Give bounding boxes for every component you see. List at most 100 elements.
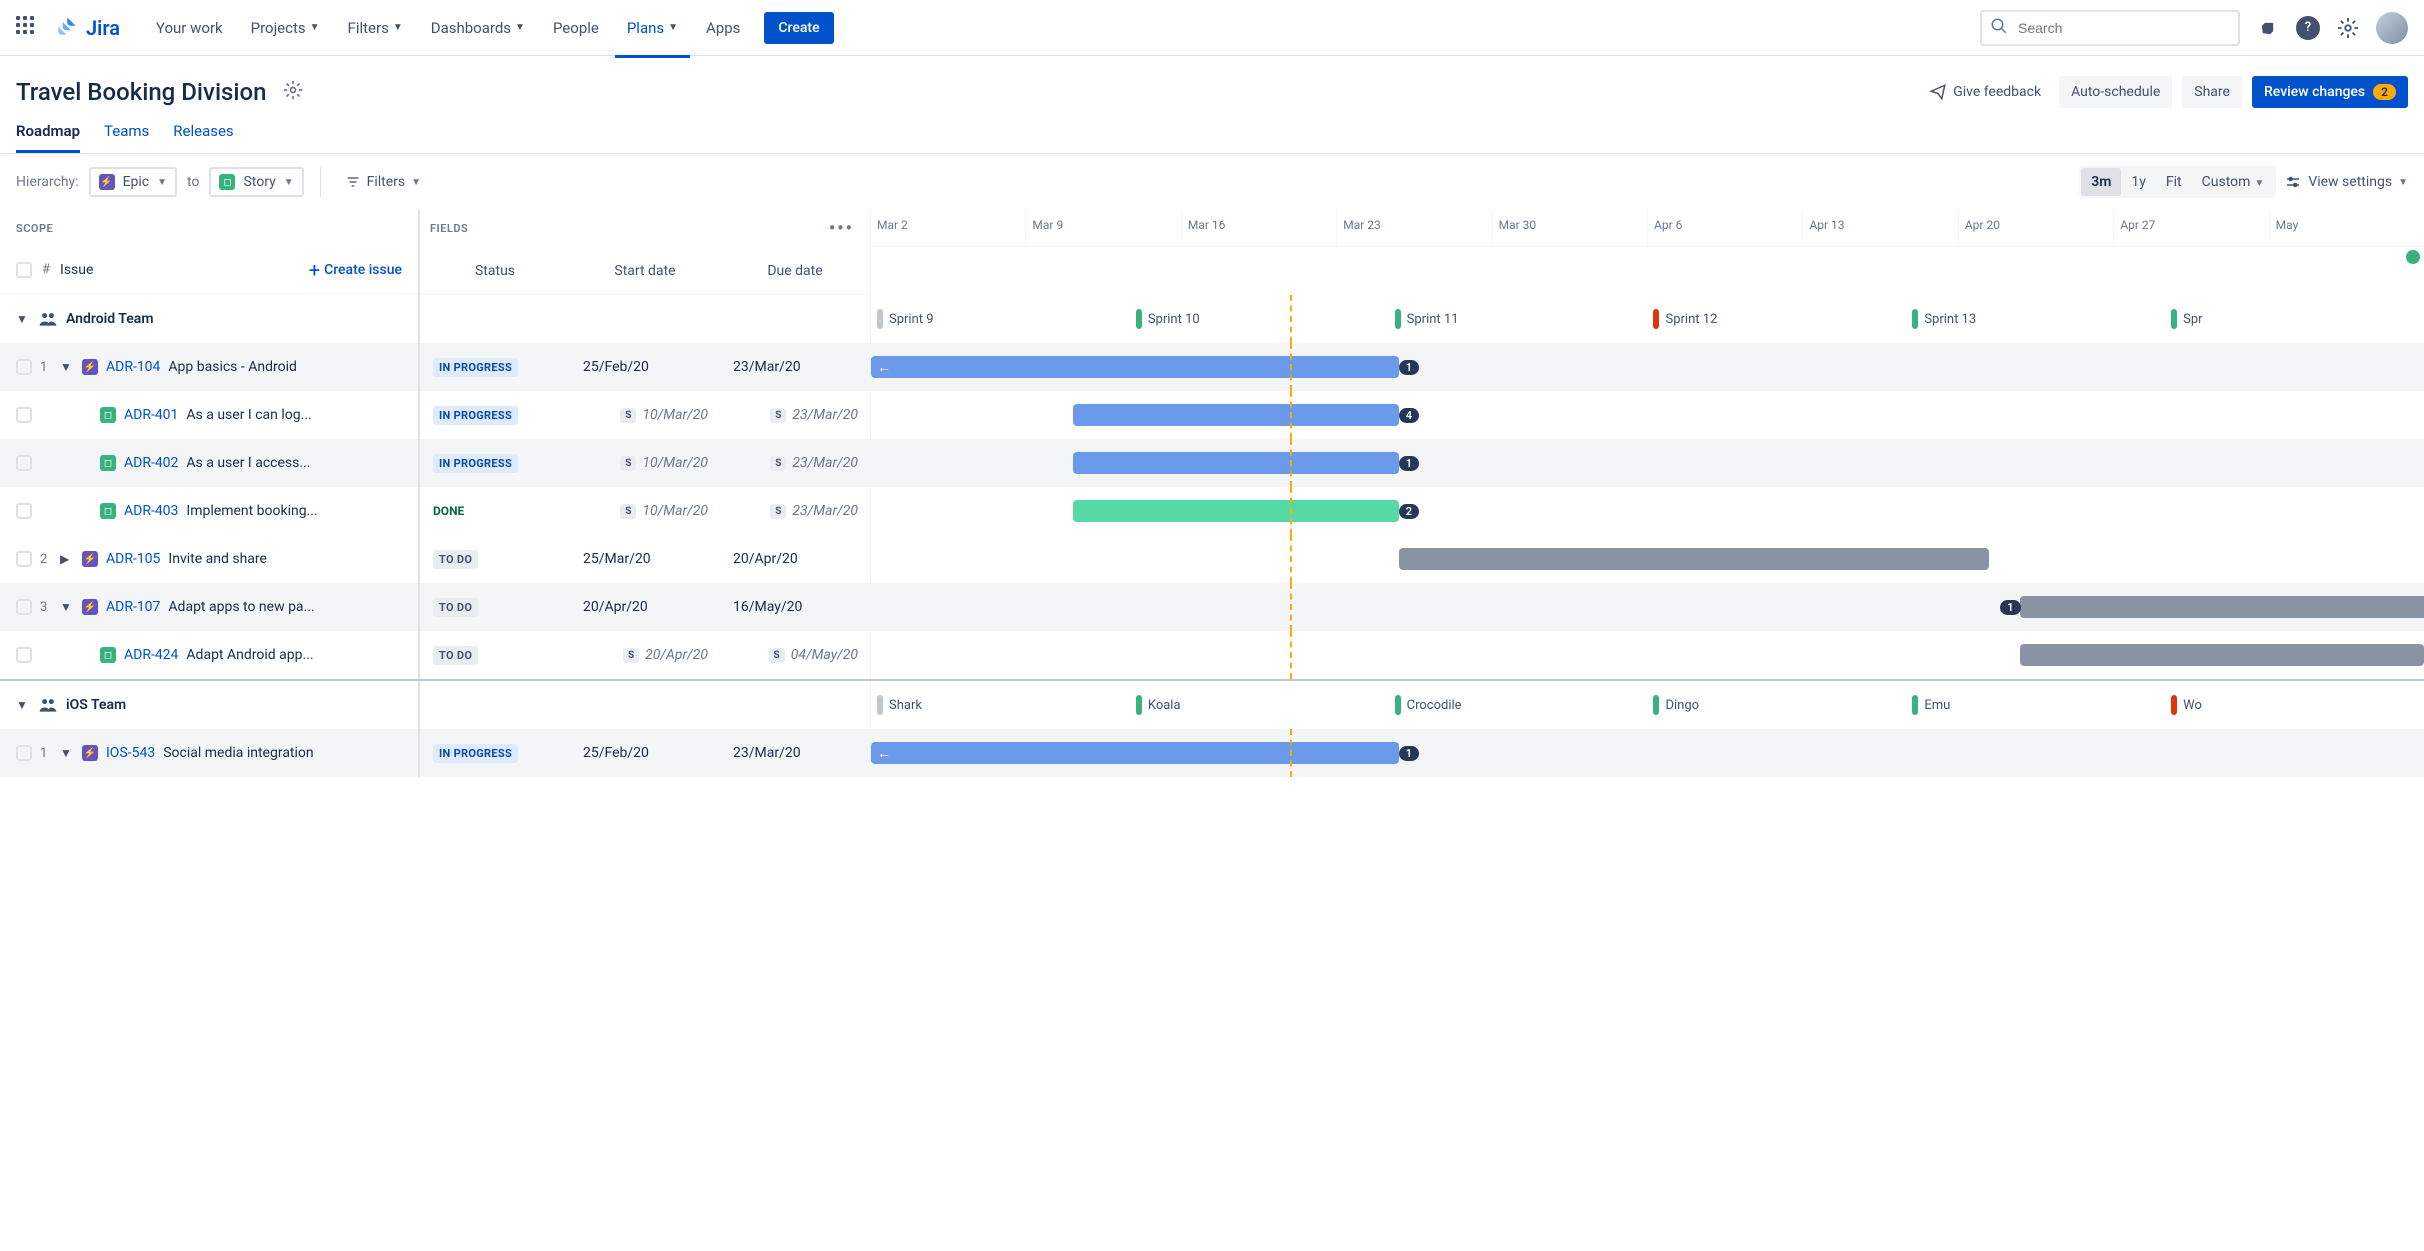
issue-row[interactable]: 2▶⚡ADR-105Invite and share [0, 535, 418, 583]
issue-row[interactable]: ◻ADR-401As a user I can log... [0, 391, 418, 439]
timeline-cell[interactable]: 1 [870, 583, 2424, 631]
expand-issue-icon[interactable]: ▼ [60, 746, 74, 760]
sprint-chip[interactable]: Wo [2165, 695, 2424, 715]
date-cell[interactable]: 23/Mar/20 [720, 729, 870, 777]
date-cell[interactable]: 25/Mar/20 [570, 535, 720, 583]
issue-key-link[interactable]: ADR-424 [124, 647, 178, 663]
expand-issue-icon[interactable]: ▼ [60, 600, 74, 614]
filters-button[interactable]: Filters ▼ [337, 168, 429, 196]
row-checkbox[interactable] [16, 745, 32, 761]
row-checkbox[interactable] [16, 503, 32, 519]
timeline-cell[interactable]: ←1 [870, 729, 2424, 777]
zoom-3m[interactable]: 3m [2081, 168, 2121, 196]
issue-key-link[interactable]: ADR-403 [124, 503, 178, 519]
tab-releases[interactable]: Releases [173, 122, 233, 153]
dependency-count-badge[interactable]: 1 [1399, 456, 1419, 471]
dependency-count-badge[interactable]: 4 [1399, 408, 1419, 423]
give-feedback-button[interactable]: Give feedback [1921, 77, 2049, 107]
date-cell[interactable]: 20/Apr/20 [570, 583, 720, 631]
nav-item-filters[interactable]: Filters▼ [336, 11, 415, 45]
nav-item-apps[interactable]: Apps [694, 11, 752, 45]
issue-row[interactable]: 3▼⚡ADR-107Adapt apps to new pa... [0, 583, 418, 631]
date-cell[interactable]: 23/Mar/20 [720, 343, 870, 391]
sprint-chip[interactable]: Emu [1906, 695, 2165, 715]
view-settings-button[interactable]: View settings ▼ [2284, 173, 2408, 191]
gantt-bar[interactable]: ←1 [871, 742, 1399, 764]
sprint-chip[interactable]: Crocodile [1389, 695, 1648, 715]
issue-key-link[interactable]: ADR-105 [106, 551, 160, 567]
select-all-checkbox[interactable] [16, 262, 32, 278]
dependency-count-badge[interactable]: 1 [1399, 746, 1419, 761]
app-switcher-icon[interactable] [16, 16, 40, 40]
date-cell[interactable]: S23/Mar/20 [720, 391, 870, 439]
hierarchy-to-dropdown[interactable]: ◻ Story ▼ [209, 167, 303, 197]
expand-issue-icon[interactable]: ▶ [60, 552, 74, 566]
nav-item-plans[interactable]: Plans▼ [615, 11, 690, 45]
zoom-1y[interactable]: 1y [2121, 168, 2156, 196]
issue-row[interactable]: ◻ADR-403Implement booking... [0, 487, 418, 535]
row-checkbox[interactable] [16, 599, 32, 615]
issue-row[interactable]: 1▼⚡ADR-104App basics - Android [0, 343, 418, 391]
sprint-chip[interactable]: Sprint 11 [1389, 309, 1648, 329]
date-cell[interactable]: 16/May/20 [720, 583, 870, 631]
nav-item-projects[interactable]: Projects▼ [239, 11, 332, 45]
sprint-chip[interactable]: Sprint 10 [1130, 309, 1389, 329]
create-issue-button[interactable]: + Create issue [309, 258, 402, 282]
expand-issue-icon[interactable]: ▼ [60, 360, 74, 374]
gantt-bar[interactable]: 2 [1073, 500, 1399, 522]
expand-team-icon[interactable]: ▼ [16, 698, 30, 712]
date-cell[interactable]: 20/Apr/20 [720, 535, 870, 583]
sprint-chip[interactable]: Dingo [1647, 695, 1906, 715]
status-cell[interactable]: TO DO [420, 583, 570, 631]
gantt-bar[interactable] [1399, 548, 1989, 570]
auto-schedule-button[interactable]: Auto-schedule [2059, 76, 2172, 108]
zoom-custom[interactable]: Custom▼ [2192, 168, 2275, 196]
dependency-count-badge[interactable]: 2 [1399, 504, 1419, 519]
status-cell[interactable]: IN PROGRESS [420, 439, 570, 487]
tab-roadmap[interactable]: Roadmap [16, 122, 80, 153]
nav-item-dashboards[interactable]: Dashboards▼ [419, 11, 537, 45]
issue-key-link[interactable]: ADR-107 [106, 599, 160, 615]
issue-row[interactable]: 1▼⚡IOS-543Social media integration [0, 729, 418, 777]
issue-key-link[interactable]: IOS-543 [106, 745, 155, 761]
issue-row[interactable]: ◻ADR-402As a user I access... [0, 439, 418, 487]
date-cell[interactable]: 25/Feb/20 [570, 343, 720, 391]
date-cell[interactable]: 25/Feb/20 [570, 729, 720, 777]
issue-key-link[interactable]: ADR-401 [124, 407, 178, 423]
date-cell[interactable]: S20/Apr/20 [570, 631, 720, 679]
sprint-chip[interactable]: Sprint 9 [871, 309, 1130, 329]
help-icon[interactable]: ? [2296, 16, 2320, 40]
dependency-count-badge[interactable]: 1 [1399, 360, 1419, 375]
team-row[interactable]: ▼iOS Team [0, 681, 418, 729]
nav-item-people[interactable]: People [541, 11, 611, 45]
date-cell[interactable]: S04/May/20 [720, 631, 870, 679]
review-changes-button[interactable]: Review changes 2 [2252, 76, 2408, 108]
date-cell[interactable]: S23/Mar/20 [720, 487, 870, 535]
timeline-cell[interactable]: 1 [870, 439, 2424, 487]
issue-row[interactable]: ◻ADR-424Adapt Android app... [0, 631, 418, 679]
row-checkbox[interactable] [16, 455, 32, 471]
sprint-chip[interactable]: Koala [1130, 695, 1389, 715]
sprint-chip[interactable]: Spr [2165, 309, 2424, 329]
zoom-fit[interactable]: Fit [2156, 168, 2192, 196]
expand-team-icon[interactable]: ▼ [16, 312, 30, 326]
create-button[interactable]: Create [764, 12, 833, 44]
status-cell[interactable]: TO DO [420, 631, 570, 679]
row-checkbox[interactable] [16, 359, 32, 375]
row-checkbox[interactable] [16, 551, 32, 567]
status-cell[interactable]: IN PROGRESS [420, 343, 570, 391]
gantt-bar[interactable]: ←1 [871, 356, 1399, 378]
gantt-bar[interactable]: 4 [1073, 404, 1399, 426]
jira-logo[interactable]: Jira [56, 16, 120, 40]
gantt-bar[interactable]: 1 [2020, 596, 2424, 618]
date-cell[interactable]: S10/Mar/20 [570, 439, 720, 487]
row-checkbox[interactable] [16, 647, 32, 663]
status-cell[interactable]: IN PROGRESS [420, 729, 570, 777]
sprint-chip[interactable]: Sprint 12 [1647, 309, 1906, 329]
timeline-cell[interactable]: ←1 [870, 343, 2424, 391]
gantt-bar[interactable] [2020, 644, 2424, 666]
plan-settings-icon[interactable] [283, 80, 303, 104]
search-input[interactable] [1980, 10, 2240, 46]
sprint-chip[interactable]: Shark [871, 695, 1130, 715]
status-cell[interactable]: IN PROGRESS [420, 391, 570, 439]
